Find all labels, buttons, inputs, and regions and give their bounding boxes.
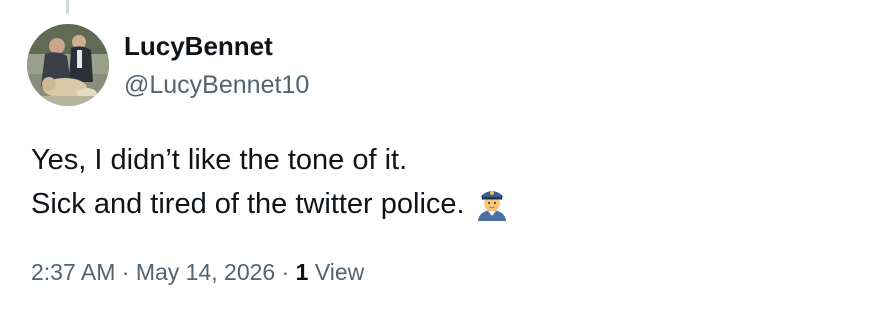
author-display-name[interactable]: LucyBennet [124, 30, 273, 62]
thread-connector-line [66, 0, 69, 14]
avatar[interactable] [27, 24, 109, 106]
meta-separator: · [281, 259, 290, 285]
police-officer-icon [475, 185, 509, 221]
author-handle[interactable]: @LucyBennet10 [124, 69, 309, 101]
tweet-text-line-2: Sick and tired of the twitter police. [31, 182, 851, 226]
tweet-time[interactable]: 2:37 AM [31, 259, 115, 285]
views-label: View [314, 259, 365, 285]
tweet-body: Yes, I didn’t like the tone of it. Sick … [31, 138, 851, 226]
tweet-meta: 2:37 AM · May 14, 2026 · 1 View [31, 256, 364, 288]
views-count: 1 [295, 259, 309, 285]
tweet-text-line-1: Yes, I didn’t like the tone of it. [31, 144, 408, 176]
tweet-text-line-2-text: Sick and tired of the twitter police. [31, 188, 465, 220]
profile-photo-image [27, 24, 109, 106]
tweet-date[interactable]: May 14, 2026 [136, 259, 275, 285]
meta-separator: · [121, 259, 130, 285]
